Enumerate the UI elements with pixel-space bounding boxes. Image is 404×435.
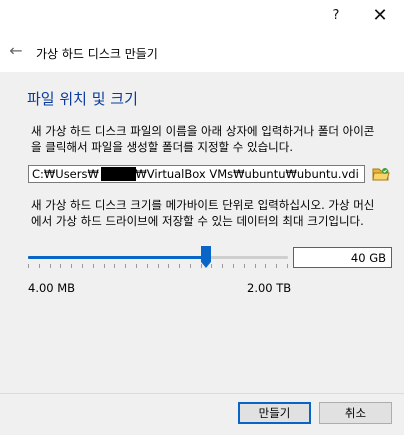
redacted-username [101,167,136,181]
slider-tick [104,264,105,268]
slider-tick [287,264,288,268]
slider-tick [71,264,72,268]
slider-tick [244,264,245,268]
slider-thumb[interactable] [201,246,211,268]
slider-tick [265,264,266,268]
slider-tick [179,264,180,268]
size-slider[interactable] [28,245,288,271]
slider-tick [255,264,256,268]
slider-tick [60,264,61,268]
slider-tick [39,264,40,268]
slider-tick [82,264,83,268]
slider-tick [50,264,51,268]
section-title: 파일 위치 및 크기 [27,90,138,108]
file-path-input[interactable] [28,165,365,183]
close-button[interactable]: ✕ [362,2,398,30]
size-description: 새 가상 하드 디스크 크기를 메가바이트 단위로 입력하십시오. 가상 머신에… [31,198,375,228]
size-input[interactable] [293,247,392,268]
slider-tick [201,264,202,268]
slider-fill [28,256,206,259]
slider-tick [147,264,148,268]
slider-min-label: 4.00 MB [28,281,76,295]
slider-tick [222,264,223,268]
slider-tick [158,264,159,268]
slider-tick [114,264,115,268]
slider-tick [190,264,191,268]
back-arrow-icon[interactable]: ← [6,40,26,62]
location-description: 새 가상 하드 디스크 파일의 이름을 아래 상자에 입력하거나 폴더 아이콘을… [31,124,375,154]
create-button[interactable]: 만들기 [238,402,311,424]
slider-tick [233,264,234,268]
footer-divider [0,393,404,394]
wizard-title: 가상 하드 디스크 만들기 [36,47,158,61]
slider-tick [125,264,126,268]
slider-max-label: 2.00 TB [247,281,292,295]
slider-tick [93,264,94,268]
slider-tick [211,264,212,268]
help-button[interactable]: ? [318,2,354,30]
slider-tick [276,264,277,268]
slider-tick [136,264,137,268]
folder-open-icon[interactable] [372,166,390,182]
cancel-button[interactable]: 취소 [319,402,392,424]
slider-tick [168,264,169,268]
slider-tick [28,264,29,268]
